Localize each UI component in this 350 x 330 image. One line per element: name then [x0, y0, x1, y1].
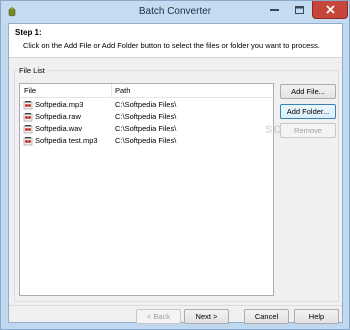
table-row[interactable]: Softpedia test.mp3 C:\Softpedia Files\: [20, 135, 273, 146]
audio-file-icon: [23, 124, 33, 134]
help-button[interactable]: Help: [294, 309, 339, 324]
row-file-path: C:\Softpedia Files\: [115, 112, 177, 121]
step-header-panel: Step 1: Click on the Add File or Add Fol…: [9, 24, 342, 58]
bottom-separator: [9, 305, 342, 306]
row-file-path: C:\Softpedia Files\: [115, 100, 177, 109]
audio-file-icon: [23, 112, 33, 122]
file-list-label: File List: [17, 66, 47, 75]
remove-button[interactable]: Remove: [280, 123, 336, 138]
minimize-icon: [269, 9, 279, 11]
table-row[interactable]: Softpedia.wav C:\Softpedia Files\: [20, 123, 273, 134]
column-header-path[interactable]: Path: [115, 86, 130, 95]
batch-converter-window: Batch Converter Step 1: Click on the Add…: [0, 0, 350, 330]
file-list-view[interactable]: File Path Softpedia.mp3 C:\Softpedia Fil…: [19, 83, 274, 296]
row-file-path: C:\Softpedia Files\: [115, 124, 177, 133]
add-folder-button[interactable]: Add Folder...: [280, 104, 336, 119]
row-file-name: Softpedia test.mp3: [35, 136, 98, 145]
cancel-button[interactable]: Cancel: [244, 309, 289, 324]
audio-file-icon: [23, 136, 33, 146]
row-file-name: Softpedia.mp3: [35, 100, 84, 109]
table-row[interactable]: Softpedia.raw C:\Softpedia Files\: [20, 111, 273, 122]
back-button[interactable]: < Back: [136, 309, 181, 324]
column-separator[interactable]: [111, 84, 112, 97]
step-title: Step 1:: [15, 28, 42, 37]
audio-file-icon: [23, 100, 33, 110]
add-file-button[interactable]: Add File...: [280, 84, 336, 99]
title-bar[interactable]: Batch Converter: [1, 1, 349, 23]
close-icon: [325, 5, 335, 14]
row-file-name: Softpedia.wav: [35, 124, 83, 133]
column-header-file[interactable]: File: [24, 86, 36, 95]
table-row[interactable]: Softpedia.mp3 C:\Softpedia Files\: [20, 99, 273, 110]
maximize-icon: [295, 6, 304, 14]
step-description: Click on the Add File or Add Folder butt…: [23, 41, 320, 50]
minimize-button[interactable]: [261, 1, 287, 19]
row-file-path: C:\Softpedia Files\: [115, 136, 177, 145]
row-file-name: Softpedia.raw: [35, 112, 81, 121]
maximize-button[interactable]: [287, 1, 312, 19]
next-button[interactable]: Next >: [184, 309, 229, 324]
client-area: Step 1: Click on the Add File or Add Fol…: [8, 23, 343, 324]
list-header: File Path: [20, 84, 273, 98]
close-button[interactable]: [312, 1, 348, 19]
